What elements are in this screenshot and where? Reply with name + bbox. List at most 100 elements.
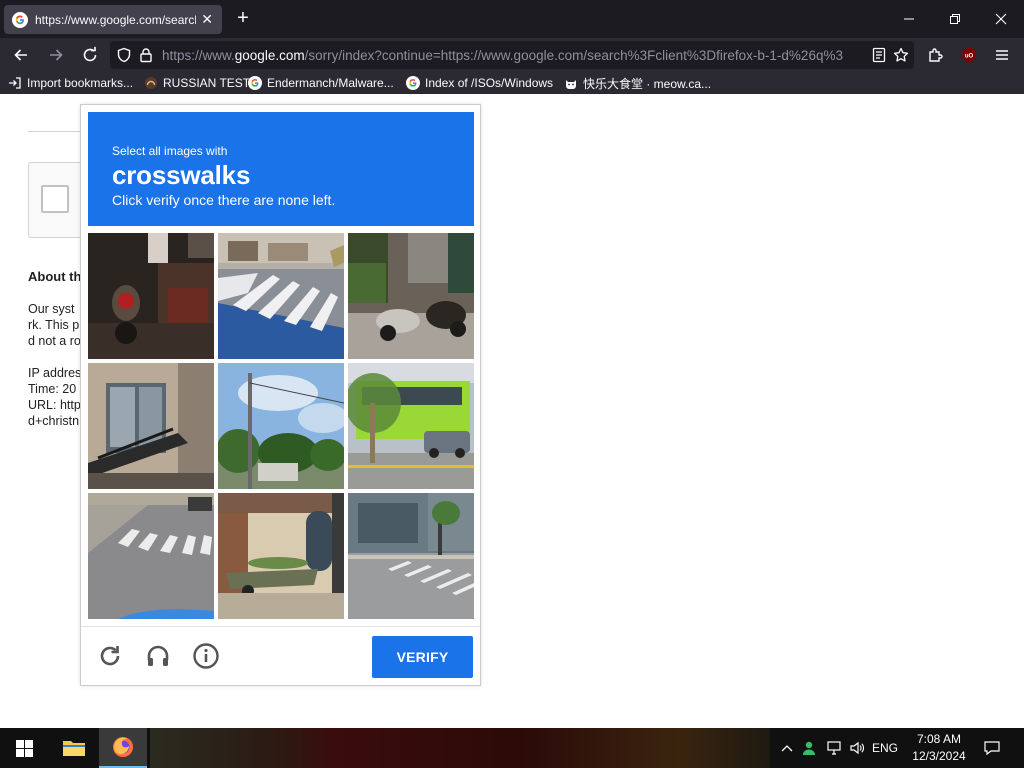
action-center-button[interactable] xyxy=(980,738,1004,758)
url-host: google.com xyxy=(234,48,305,63)
challenge-target: crosswalks xyxy=(112,160,251,190)
system-tray: ENG xyxy=(778,728,902,768)
folder-site-icon xyxy=(145,77,157,89)
new-tab-button[interactable]: + xyxy=(232,8,254,30)
reload-icon xyxy=(83,46,97,62)
user-green-icon xyxy=(803,741,815,755)
windows-logo-icon xyxy=(15,739,33,757)
import-icon xyxy=(9,77,21,89)
challenge-instruction: Select all images with xyxy=(112,144,228,158)
lock-icon[interactable] xyxy=(138,47,154,63)
puzzle-icon xyxy=(929,48,943,62)
arrow-left-icon xyxy=(14,49,27,61)
minimize-icon xyxy=(904,18,914,20)
bookmark-label: 快乐大食堂 · meow.ca... xyxy=(583,76,712,91)
captcha-tile-crosswalk-street[interactable] xyxy=(218,233,344,359)
url-text[interactable]: https://www.google.com/sorry/index?conti… xyxy=(162,48,862,63)
volume-tray-button[interactable] xyxy=(846,740,868,756)
shield-icon[interactable] xyxy=(116,47,132,63)
google-favicon-icon xyxy=(12,11,28,28)
bookmark-russian-test[interactable]: RUSSIAN TEST xyxy=(144,75,250,91)
extensions-button[interactable] xyxy=(924,43,948,67)
bookmark-endermanch[interactable]: Endermanch/Malware... xyxy=(248,75,394,91)
restore-button[interactable] xyxy=(932,0,978,38)
captcha-tile-bus-street[interactable] xyxy=(348,363,474,489)
cat-icon xyxy=(566,80,576,89)
clock-time: 7:08 AM xyxy=(916,732,962,746)
about-text-line: d not a ro xyxy=(28,334,81,348)
captcha-tile-parked-scooters[interactable] xyxy=(348,233,474,359)
back-button[interactable] xyxy=(9,43,33,67)
arrow-right-icon xyxy=(50,49,63,61)
captcha-tile-balcony[interactable] xyxy=(88,363,214,489)
captcha-tile-scooter-indoor[interactable] xyxy=(88,233,214,359)
folder-icon xyxy=(63,741,85,756)
bookmark-label: Index of /ISOs/Windows xyxy=(425,76,554,90)
google-favicon-icon xyxy=(406,76,420,90)
reload-button[interactable] xyxy=(78,43,102,67)
speaker-icon xyxy=(850,741,864,755)
bookmarks-toolbar: Import bookmarks... RUSSIAN TEST Enderma… xyxy=(0,72,1024,94)
divider xyxy=(28,131,88,132)
tab-title: https://www.google.com/search?client=fir… xyxy=(35,12,196,27)
taskbar-background xyxy=(150,728,770,768)
recaptcha-widget xyxy=(28,162,88,238)
close-window-button[interactable] xyxy=(978,0,1024,38)
bookmark-index-isos[interactable]: Index of /ISOs/Windows xyxy=(406,75,553,91)
about-text-line: Time: 20 xyxy=(28,382,77,396)
audio-challenge-button[interactable] xyxy=(143,641,173,671)
navigation-toolbar: https://www.google.com/sorry/index?conti… xyxy=(0,38,1024,72)
reader-view-icon[interactable] xyxy=(871,47,887,63)
headphones-icon xyxy=(147,645,169,666)
about-text-line: rk. This p xyxy=(28,318,80,332)
tab-close-icon[interactable]: ✕ xyxy=(200,11,214,28)
about-heading: About th xyxy=(28,269,82,284)
restore-icon xyxy=(950,14,960,24)
bookmark-label: Import bookmarks... xyxy=(27,76,134,90)
address-bar[interactable]: https://www.google.com/sorry/index?conti… xyxy=(110,41,914,69)
url-prefix: https://www. xyxy=(162,48,235,63)
minimize-button[interactable] xyxy=(886,0,932,38)
file-explorer-button[interactable] xyxy=(50,728,98,768)
forward-button[interactable] xyxy=(44,43,68,67)
chevron-up-icon xyxy=(781,745,793,752)
captcha-tile-boat-trailer[interactable] xyxy=(218,493,344,619)
close-icon xyxy=(995,13,1007,25)
language-indicator[interactable]: ENG xyxy=(868,741,902,755)
firefox-icon xyxy=(113,737,133,757)
captcha-tile-crosswalk-plaza[interactable] xyxy=(348,493,474,619)
menu-button[interactable] xyxy=(990,43,1014,67)
bookmark-label: RUSSIAN TEST xyxy=(163,76,251,90)
people-tray-button[interactable] xyxy=(796,740,822,756)
bookmark-import[interactable]: Import bookmarks... xyxy=(8,75,133,91)
show-hidden-icons-button[interactable] xyxy=(778,741,796,755)
start-button[interactable] xyxy=(0,728,48,768)
captcha-tile-crosswalk-road[interactable] xyxy=(88,493,214,619)
google-favicon-icon xyxy=(248,76,262,90)
reload-challenge-button[interactable] xyxy=(95,641,125,671)
ublock-origin-button[interactable]: uO xyxy=(957,43,981,67)
about-text-line: IP addres xyxy=(28,366,82,380)
clock[interactable]: 7:08 AM 12/3/2024 xyxy=(904,731,974,765)
ublock-origin-icon: uO xyxy=(962,47,976,63)
verify-button[interactable]: VERIFY xyxy=(372,636,473,678)
browser-tab[interactable]: https://www.google.com/search?client=fir… xyxy=(4,5,222,34)
svg-text:uO: uO xyxy=(965,54,974,60)
bookmark-meow[interactable]: 快乐大食堂 · meow.ca... xyxy=(564,75,711,91)
clock-date: 12/3/2024 xyxy=(912,749,966,763)
about-text-line: d+christn xyxy=(28,414,80,428)
challenge-image-grid xyxy=(88,233,474,619)
help-button[interactable] xyxy=(191,641,221,671)
reload-icon xyxy=(100,646,120,666)
network-tray-button[interactable] xyxy=(822,740,846,756)
captcha-tile-trees-pole[interactable] xyxy=(218,363,344,489)
recaptcha-checkbox[interactable] xyxy=(41,185,69,213)
about-text-line: Our syst xyxy=(28,302,75,316)
info-icon xyxy=(193,643,219,669)
challenge-footer: VERIFY xyxy=(81,626,480,685)
windows-taskbar: ENG 7:08 AM 12/3/2024 xyxy=(0,728,1024,768)
firefox-taskbar-button[interactable] xyxy=(99,728,147,768)
about-text-line: URL: http xyxy=(28,398,81,412)
bookmark-star-icon[interactable] xyxy=(893,47,909,63)
network-icon xyxy=(827,741,841,755)
